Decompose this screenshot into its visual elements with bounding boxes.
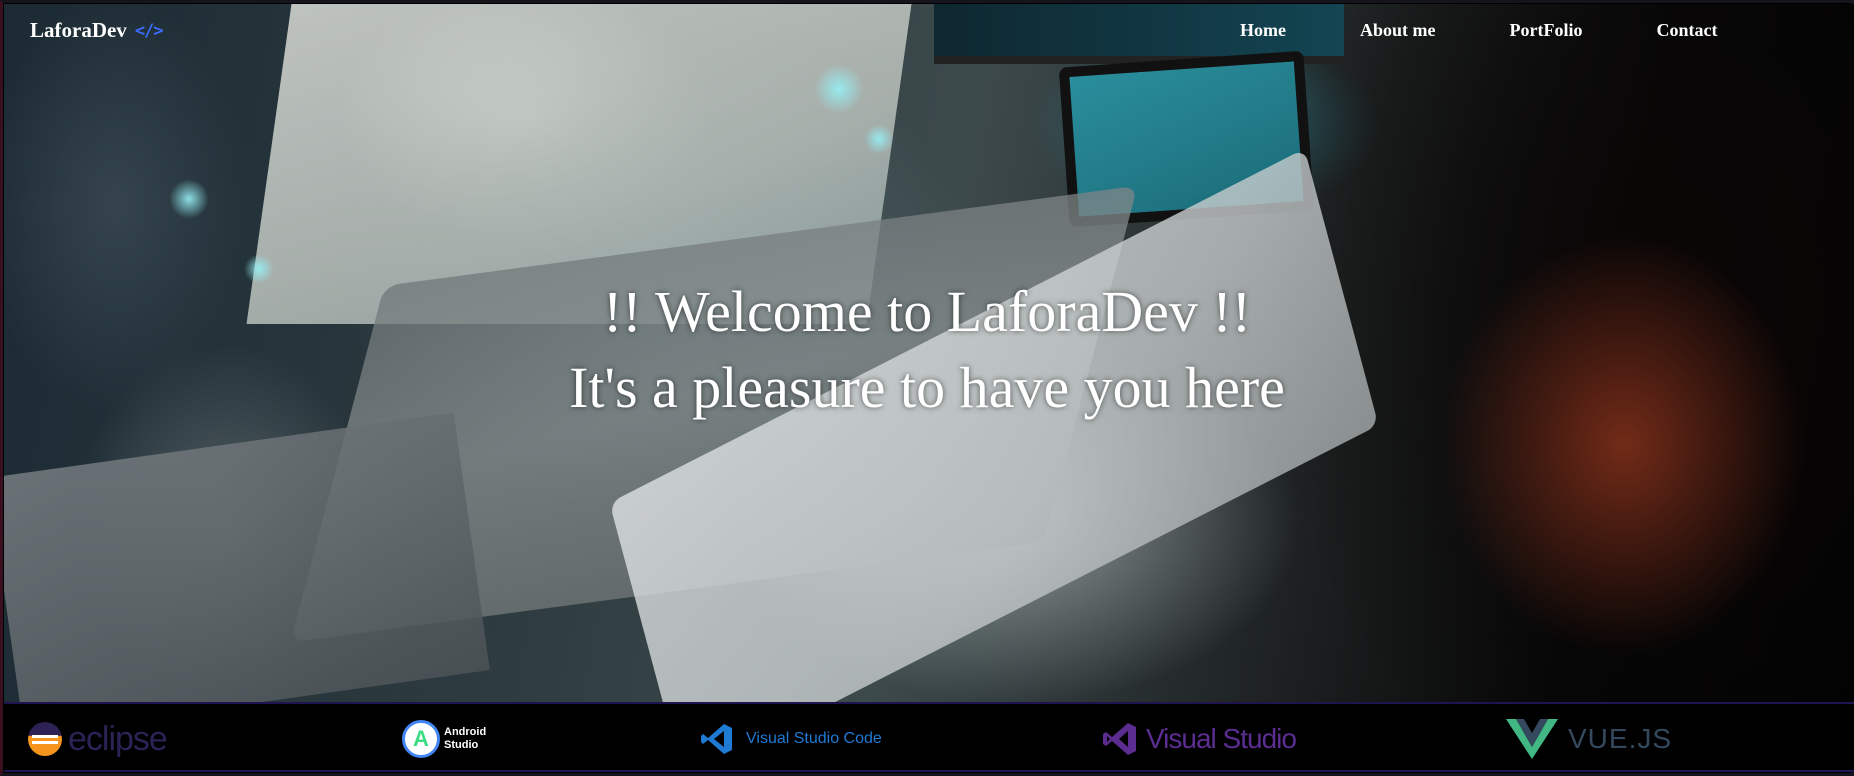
nav-contact[interactable]: Contact [1656,20,1717,41]
light-glow [814,64,864,114]
light-glow [864,124,894,154]
hero-title: !! Welcome to LaforaDev !! [602,279,1252,344]
vscode-icon [701,724,732,754]
android-studio-icon: A [402,720,440,758]
android-studio-logo: A Android Studio [402,704,486,774]
nav-about-me[interactable]: About me [1360,20,1436,41]
vscode-logo: Visual Studio Code [700,704,882,774]
visual-studio-label: Visual Studio [1146,723,1297,754]
nav-portfolio[interactable]: PortFolio [1509,20,1582,41]
visual-studio-logo: Visual Studio [1102,704,1297,774]
eclipse-logo: eclipse [28,704,168,774]
hero-subtitle: It's a pleasure to have you here [569,355,1285,420]
second-laptop-image [4,412,490,702]
android-studio-label-line1: Android [444,726,487,738]
vuejs-logo: VUE.JS [1506,704,1672,774]
brand-logo[interactable]: LaforaDev </> [30,18,164,43]
code-icon: </> [134,20,164,41]
vuejs-label: VUE.JS [1568,723,1673,754]
vscode-label: Visual Studio Code [746,730,882,747]
nav-home[interactable]: Home [1240,20,1286,41]
android-studio-label-line2: Studio [444,739,479,751]
vuejs-icon [1506,719,1558,759]
tools-logo-strip: eclipse A Android Studio Visual Studio C… [4,702,1854,772]
hero-background [4,4,1854,702]
light-glow [169,179,209,219]
visual-studio-icon [1103,723,1136,755]
eclipse-icon [28,722,62,756]
eclipse-label: eclipse [68,719,168,758]
main-nav: Home About me PortFolio Contact [1240,20,1791,41]
android-studio-label: Android Studio [444,726,486,752]
brand-name: LaforaDev [30,18,127,42]
